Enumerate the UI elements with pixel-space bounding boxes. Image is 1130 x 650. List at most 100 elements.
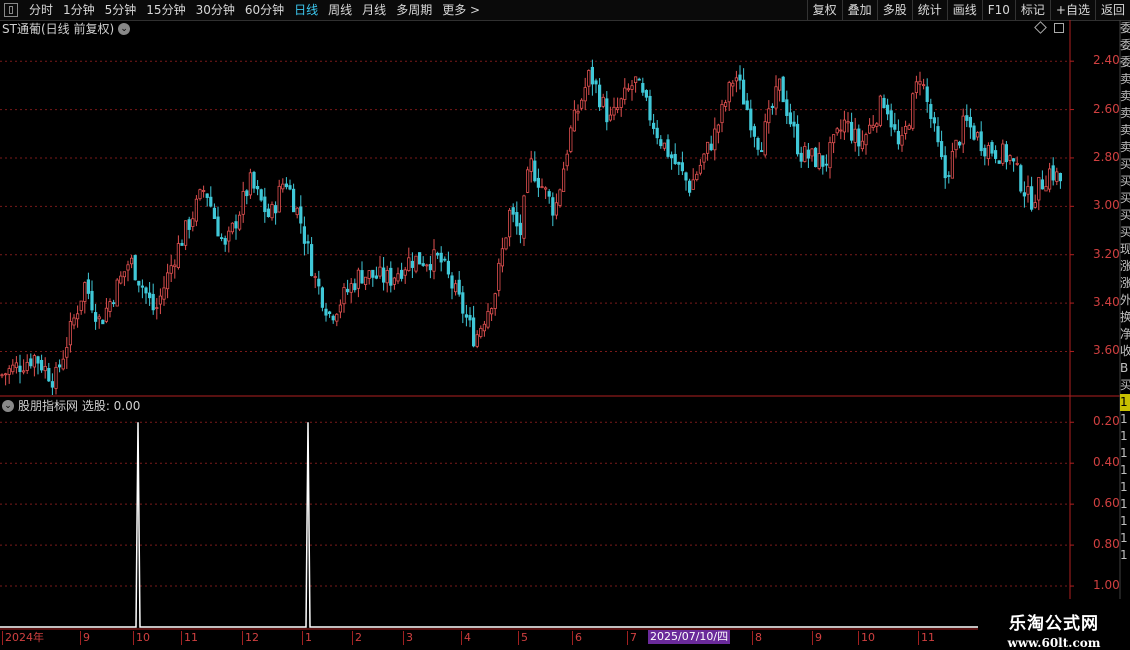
chevron-down-icon[interactable]: ⌄: [118, 23, 131, 35]
candle-body: [101, 319, 105, 325]
sub-chart-title-text: 股朋指标网 选股: 0.00: [18, 399, 141, 413]
candle-body: [576, 110, 580, 114]
candle-body: [183, 220, 188, 246]
info-strip-char: 1: [1120, 412, 1128, 426]
candle-body: [817, 153, 821, 169]
candle-body: [979, 131, 983, 152]
candle-body: [922, 84, 926, 87]
candle-body: [439, 252, 443, 263]
candle-body: [371, 269, 375, 278]
candle-body: [925, 86, 929, 102]
candle-body: [810, 148, 814, 157]
candle-body: [626, 88, 631, 91]
candle-body: [4, 373, 8, 376]
candle-body: [1008, 155, 1012, 161]
info-strip-char: 1: [1120, 429, 1128, 443]
candle-body: [767, 108, 771, 124]
info-strip-char: 卖: [1120, 106, 1130, 120]
date-axis-month-label: 2: [352, 631, 362, 645]
candle-body: [165, 272, 170, 290]
info-strip-char: 买: [1120, 174, 1130, 188]
date-axis-month-label: 5: [518, 631, 528, 645]
candle-body: [518, 222, 523, 236]
candle-body: [727, 82, 731, 103]
candle-body: [961, 115, 965, 145]
candle-body: [882, 97, 886, 109]
info-strip-char: 外: [1120, 293, 1130, 307]
candle-body: [983, 147, 987, 157]
candle-body: [641, 83, 645, 93]
candle-body: [666, 139, 670, 157]
candle-body: [421, 263, 425, 266]
window-box-icon[interactable]: [1054, 23, 1064, 33]
candle-body: [655, 127, 659, 139]
candle-body: [853, 128, 857, 143]
info-strip-char: 买: [1120, 191, 1130, 205]
candle-body: [144, 287, 148, 294]
date-axis-month-label: 8: [752, 631, 762, 645]
candle-body: [94, 312, 98, 322]
candle-body: [374, 275, 379, 279]
candle-body: [770, 105, 775, 108]
candle-body: [403, 269, 407, 276]
candle-body: [309, 244, 314, 277]
info-strip-char: 1: [1120, 531, 1128, 545]
candle-body: [497, 262, 501, 291]
chevron-down-icon[interactable]: ⌄: [2, 400, 14, 412]
candle-body: [266, 208, 271, 218]
candle-body: [29, 358, 33, 367]
candle-body: [529, 158, 533, 172]
info-strip-char: 买: [1120, 378, 1130, 392]
info-strip-char: 1: [1120, 480, 1128, 494]
candle-body: [475, 334, 479, 347]
candle-body: [446, 260, 451, 275]
candle-body: [824, 163, 829, 166]
candle-body: [634, 76, 638, 83]
candle-body: [590, 66, 595, 85]
candle-body: [187, 219, 191, 230]
candle-body: [133, 255, 137, 281]
chart-canvas[interactable]: [0, 0, 1130, 650]
candle-body: [90, 290, 94, 311]
candle-body: [828, 142, 832, 169]
candle-body: [612, 106, 616, 116]
candle-body: [1044, 186, 1048, 192]
candle-body: [544, 187, 548, 190]
candle-body: [126, 264, 130, 271]
candle-body: [565, 153, 569, 167]
candle-body: [972, 125, 976, 140]
candle-body: [511, 207, 515, 215]
candle-body: [850, 121, 854, 141]
candle-body: [738, 74, 742, 81]
candle-body: [803, 146, 807, 162]
candle-body: [720, 104, 724, 124]
candle-body: [115, 279, 119, 307]
candle-body: [18, 365, 22, 373]
candle-body: [587, 70, 591, 87]
candle-body: [417, 252, 422, 265]
candle-body: [1055, 171, 1059, 182]
candle-body: [1033, 202, 1037, 208]
candle-body: [432, 249, 436, 272]
info-strip-char: 卖: [1120, 140, 1130, 154]
candle-body: [630, 85, 634, 90]
candle-body: [378, 266, 382, 277]
candle-body: [875, 123, 879, 127]
candle-body: [594, 80, 598, 85]
candle-body: [356, 269, 361, 289]
candle-body: [76, 313, 80, 320]
info-strip-char: 收: [1120, 344, 1130, 358]
candle-body: [670, 154, 674, 159]
candle-body: [778, 78, 782, 91]
date-axis-month-label: 10: [858, 631, 875, 645]
candle-body: [36, 356, 40, 364]
candle-body: [1012, 158, 1016, 162]
date-axis-month-label: 9: [80, 631, 90, 645]
candle-body: [965, 115, 969, 121]
candle-body: [918, 80, 922, 85]
candle-body: [745, 100, 749, 110]
candle-body: [410, 260, 415, 268]
candle-body: [396, 273, 400, 282]
info-strip-char: 卖: [1120, 89, 1130, 103]
candle-body: [500, 248, 505, 267]
